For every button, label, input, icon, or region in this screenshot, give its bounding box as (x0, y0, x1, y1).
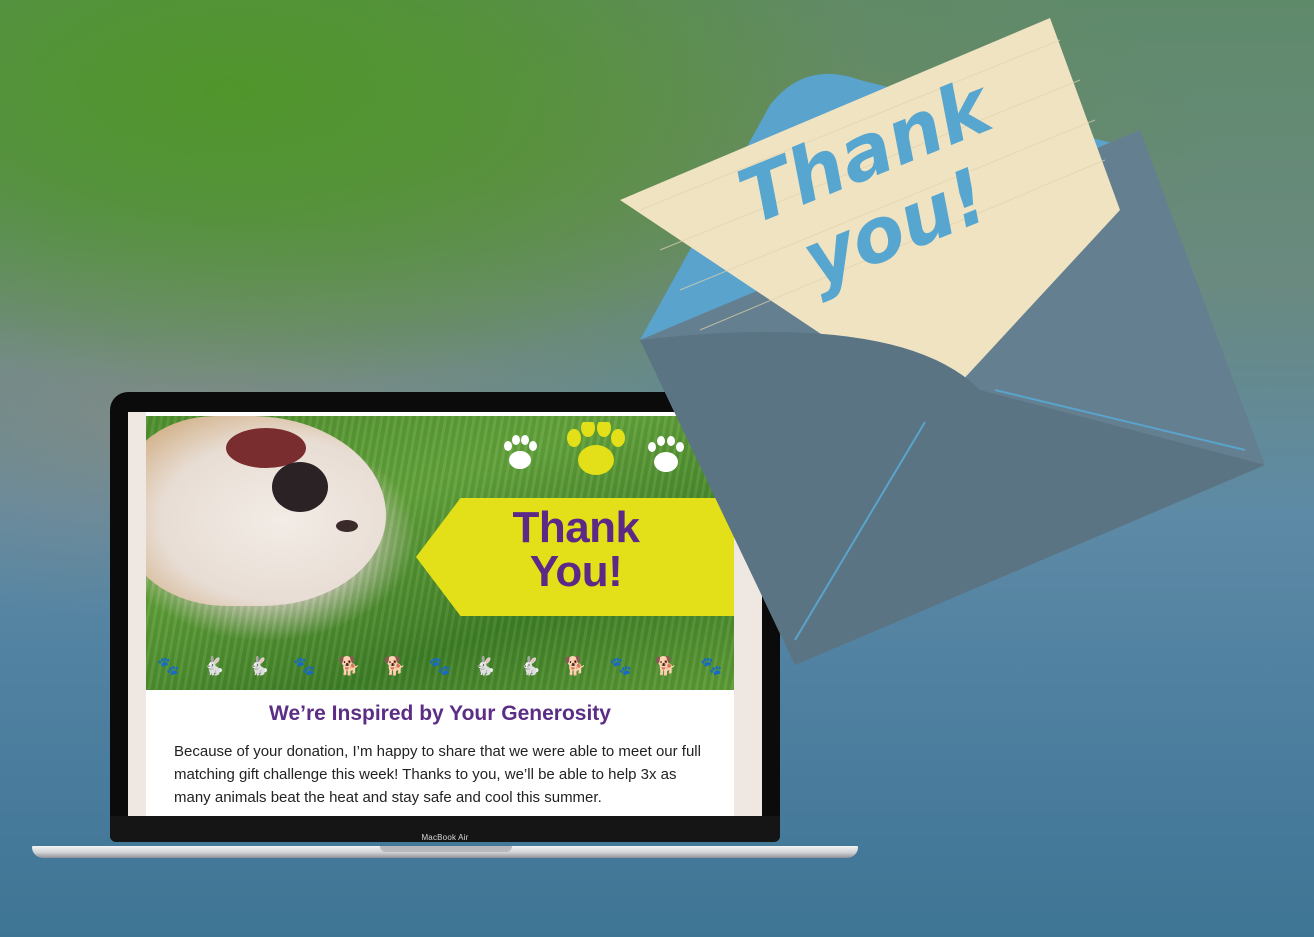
laptop-model-label: MacBook Air (421, 833, 469, 842)
paw-icon (504, 435, 537, 469)
rabbit-icon: 🐇 (202, 655, 226, 676)
rabbit-icon: 🐇 (519, 655, 542, 676)
paw-icon: 🐾 (428, 655, 452, 676)
dog-icon: 🐕 (338, 655, 361, 676)
email-headline: We’re Inspired by Your Generosity (269, 702, 611, 725)
dog-nose (272, 462, 328, 512)
rabbit-icon: 🐇 (247, 655, 271, 676)
laptop-notch (380, 846, 512, 852)
email-body-text: Because of your donation, I’m happy to s… (174, 743, 701, 806)
dog-icon: 🐕 (564, 655, 587, 676)
paw-icon: 🐾 (293, 655, 316, 676)
rabbit-icon: 🐇 (473, 655, 497, 676)
dog-icon: 🐕 (383, 655, 406, 676)
dog-eye (336, 520, 358, 532)
paw-icon: 🐾 (157, 655, 180, 676)
